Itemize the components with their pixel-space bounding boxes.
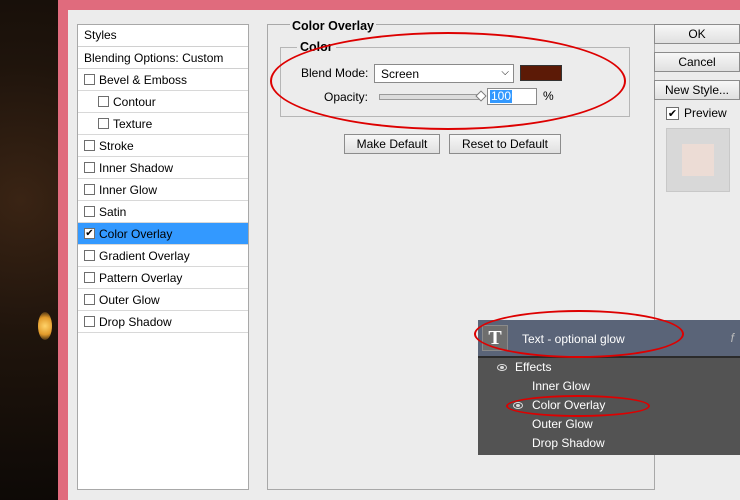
effect-drop-shadow[interactable]: Drop Shadow xyxy=(532,436,605,450)
preview-checkbox[interactable]: ✔ xyxy=(666,107,679,120)
style-checkbox[interactable] xyxy=(84,250,95,261)
style-checkbox[interactable] xyxy=(98,96,109,107)
preview-swatch xyxy=(682,144,714,176)
style-checkbox[interactable] xyxy=(84,294,95,305)
style-checkbox[interactable] xyxy=(84,206,95,217)
style-checkbox[interactable] xyxy=(84,162,95,173)
style-checkbox[interactable]: ✔ xyxy=(84,228,95,239)
preview-label: Preview xyxy=(684,106,727,120)
style-checkbox[interactable] xyxy=(84,184,95,195)
style-item-label: Inner Glow xyxy=(99,183,158,197)
highlight-ellipse-color-settings xyxy=(270,32,626,130)
style-item-label: Satin xyxy=(99,205,127,219)
style-checkbox[interactable] xyxy=(84,74,95,85)
blending-options-item[interactable]: Blending Options: Custom xyxy=(78,47,248,69)
style-checkbox[interactable] xyxy=(98,118,109,129)
new-style-button[interactable]: New Style... xyxy=(654,80,740,100)
style-item-bevel-emboss[interactable]: Bevel & Emboss xyxy=(78,69,248,91)
style-checkbox[interactable] xyxy=(84,316,95,327)
panel-title: Color Overlay xyxy=(290,19,376,33)
style-preview xyxy=(666,128,730,192)
style-checkbox[interactable] xyxy=(84,140,95,151)
style-item-label: Pattern Overlay xyxy=(99,271,183,285)
style-item-satin[interactable]: Satin xyxy=(78,201,248,223)
style-item-label: Texture xyxy=(113,117,153,131)
style-checkbox[interactable] xyxy=(84,272,95,283)
style-item-inner-shadow[interactable]: Inner Shadow xyxy=(78,157,248,179)
highlight-ellipse-color-overlay xyxy=(506,395,650,417)
glow-spot xyxy=(38,312,52,340)
highlight-ellipse-layer xyxy=(474,310,684,358)
style-item-label: Bevel & Emboss xyxy=(99,73,188,87)
style-item-label: Color Overlay xyxy=(99,227,173,241)
effects-eye-icon[interactable] xyxy=(497,364,507,371)
reset-to-default-button[interactable]: Reset to Default xyxy=(449,134,561,154)
style-item-label: Drop Shadow xyxy=(99,315,172,329)
make-default-button[interactable]: Make Default xyxy=(344,134,440,154)
style-item-texture[interactable]: Texture xyxy=(78,113,248,135)
effects-label[interactable]: Effects xyxy=(515,360,551,374)
styles-list: Styles Blending Options: Custom Bevel & … xyxy=(77,24,249,490)
effect-outer-glow[interactable]: Outer Glow xyxy=(532,417,593,431)
effect-inner-glow[interactable]: Inner Glow xyxy=(532,379,590,393)
style-item-label: Stroke xyxy=(99,139,134,153)
fx-icon[interactable]: f xyxy=(731,331,734,345)
style-item-label: Contour xyxy=(113,95,156,109)
style-item-label: Inner Shadow xyxy=(99,161,174,175)
style-item-label: Gradient Overlay xyxy=(99,249,190,263)
ok-button[interactable]: OK xyxy=(654,24,740,44)
style-item-outer-glow[interactable]: Outer Glow xyxy=(78,289,248,311)
style-item-contour[interactable]: Contour xyxy=(78,91,248,113)
style-item-stroke[interactable]: Stroke xyxy=(78,135,248,157)
style-item-drop-shadow[interactable]: Drop Shadow xyxy=(78,311,248,333)
style-item-pattern-overlay[interactable]: Pattern Overlay xyxy=(78,267,248,289)
style-item-label: Outer Glow xyxy=(99,293,160,307)
cancel-button[interactable]: Cancel xyxy=(654,52,740,72)
styles-header[interactable]: Styles xyxy=(78,25,248,47)
style-item-gradient-overlay[interactable]: Gradient Overlay xyxy=(78,245,248,267)
style-item-inner-glow[interactable]: Inner Glow xyxy=(78,179,248,201)
style-item-color-overlay[interactable]: ✔ Color Overlay xyxy=(78,223,248,245)
